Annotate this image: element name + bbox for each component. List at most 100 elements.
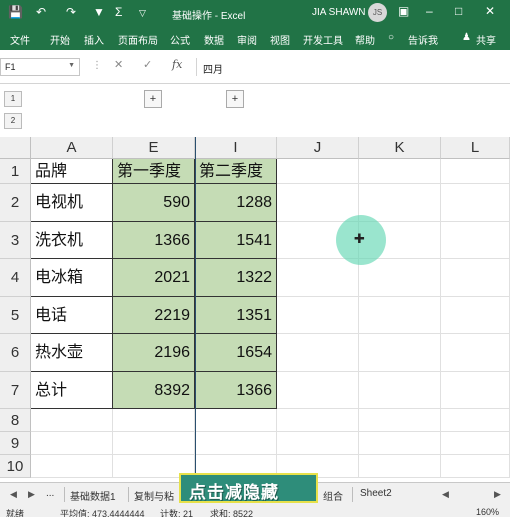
cell-l[interactable]	[441, 371, 510, 409]
cell-j[interactable]	[277, 296, 359, 334]
cell-q1[interactable]: 2196	[113, 334, 195, 372]
chevron-down-icon[interactable]: ▼	[68, 62, 75, 69]
user-name[interactable]: JIA SHAWN	[312, 7, 366, 18]
cell-k[interactable]	[359, 409, 441, 432]
cell-k[interactable]	[359, 296, 441, 334]
cell-brand[interactable]: 热水壶	[31, 334, 113, 372]
row-header[interactable]: 9	[0, 432, 31, 455]
cell-brand[interactable]: 电视机	[31, 184, 113, 222]
cell-k[interactable]	[359, 259, 441, 297]
row-header[interactable]: 6	[0, 334, 31, 372]
row-header[interactable]: 8	[0, 409, 31, 432]
tab-file[interactable]: 文件	[10, 32, 30, 47]
tell-me[interactable]: 告诉我	[408, 32, 438, 47]
autosum-icon[interactable]: Σ	[115, 5, 122, 19]
cell-k[interactable]	[359, 159, 441, 184]
person-icon[interactable]: ♟	[462, 32, 471, 43]
cell-j[interactable]	[277, 432, 359, 455]
cell-k[interactable]	[359, 455, 441, 478]
cancel-icon[interactable]: ✕	[114, 58, 123, 71]
cell-l[interactable]	[441, 296, 510, 334]
cell-q1[interactable]	[113, 409, 195, 432]
lightbulb-icon[interactable]: ○	[388, 32, 394, 43]
filter-icon[interactable]: ▼	[93, 5, 105, 19]
zoom-level[interactable]: 160%	[476, 507, 499, 517]
cell-brand[interactable]	[31, 409, 113, 432]
cell-q2[interactable]: 1366	[195, 371, 277, 409]
cell-q2[interactable]: 1322	[195, 259, 277, 297]
cell-q1[interactable]: 2219	[113, 296, 195, 334]
tab-formulas[interactable]: 公式	[170, 32, 190, 47]
close-icon[interactable]: ✕	[485, 4, 495, 18]
sheet-tabs-more[interactable]: ...	[46, 488, 54, 499]
cell-k[interactable]	[359, 334, 441, 372]
tab-scroll-left-icon[interactable]: ◀	[10, 489, 17, 500]
tab-data[interactable]: 数据	[204, 32, 224, 47]
cell-q1[interactable]: 2021	[113, 259, 195, 297]
cell-brand[interactable]	[31, 432, 113, 455]
cell-q2[interactable]	[195, 432, 277, 455]
avatar[interactable]: JS	[368, 3, 387, 22]
cell-l[interactable]	[441, 409, 510, 432]
cell-l[interactable]	[441, 159, 510, 184]
row-header[interactable]: 2	[0, 184, 31, 222]
cell-k[interactable]	[359, 184, 441, 222]
tab-page-layout[interactable]: 页面布局	[118, 32, 158, 47]
cell-q1[interactable]	[113, 432, 195, 455]
cell-brand[interactable]: 电冰箱	[31, 259, 113, 297]
cell-q2[interactable]: 1351	[195, 296, 277, 334]
select-all-corner[interactable]	[0, 137, 31, 159]
row-header[interactable]: 10	[0, 455, 31, 478]
tab-developer[interactable]: 开发工具	[303, 32, 343, 47]
tab-help[interactable]: 帮助	[355, 32, 375, 47]
insert-function-icon[interactable]: fx	[172, 58, 182, 71]
cell-brand[interactable]: 品牌	[31, 159, 113, 184]
cell-l[interactable]	[441, 334, 510, 372]
cell-j[interactable]	[277, 259, 359, 297]
cell-q2[interactable]: 1654	[195, 334, 277, 372]
cell-j[interactable]	[277, 334, 359, 372]
share-button[interactable]: 共享	[476, 32, 496, 47]
row-header[interactable]: 3	[0, 221, 31, 259]
sheet-tab[interactable]: 组合	[323, 488, 343, 503]
tab-review[interactable]: 审阅	[237, 32, 257, 47]
cell-q2[interactable]: 1541	[195, 221, 277, 259]
scroll-left-icon[interactable]: ◀	[442, 489, 449, 500]
row-header[interactable]: 1	[0, 159, 31, 184]
cell-l[interactable]	[441, 184, 510, 222]
redo-icon[interactable]: ↷	[66, 5, 76, 19]
undo-icon[interactable]: ↶	[36, 5, 46, 19]
scroll-right-icon[interactable]: ▶	[494, 489, 501, 500]
tab-insert[interactable]: 插入	[84, 32, 104, 47]
cell-l[interactable]	[441, 259, 510, 297]
cell-q1[interactable]: 8392	[113, 371, 195, 409]
cell-l[interactable]	[441, 455, 510, 478]
column-header-k[interactable]: K	[359, 137, 441, 159]
outline-level-2[interactable]: 2	[4, 113, 22, 129]
cell-q2[interactable]: 第二季度	[195, 159, 277, 184]
cell-q1[interactable]: 第一季度	[113, 159, 195, 184]
cell-q1[interactable]: 1366	[113, 221, 195, 259]
column-header-a[interactable]: A	[31, 137, 113, 159]
column-header-e[interactable]: E	[113, 137, 195, 159]
ribbon-display-icon[interactable]: ▣	[398, 4, 409, 18]
row-header[interactable]: 7	[0, 371, 31, 409]
sheet-tab[interactable]: 基础数据1	[70, 488, 116, 503]
cell-brand[interactable]: 总计	[31, 371, 113, 409]
tab-home[interactable]: 开始	[50, 32, 70, 47]
cell-q1[interactable]: 590	[113, 184, 195, 222]
sheet-tab[interactable]: 复制与粘	[134, 488, 174, 503]
column-header-l[interactable]: L	[441, 137, 510, 159]
cell-q2[interactable]	[195, 409, 277, 432]
cell-j[interactable]	[277, 184, 359, 222]
maximize-icon[interactable]: □	[455, 4, 462, 18]
cell-k[interactable]	[359, 432, 441, 455]
column-header-i[interactable]: I	[195, 137, 277, 159]
column-header-j[interactable]: J	[277, 137, 359, 159]
formula-input[interactable]: 四月	[196, 58, 508, 76]
save-icon[interactable]: 💾	[8, 5, 23, 19]
cell-k[interactable]	[359, 371, 441, 409]
cell-j[interactable]	[277, 409, 359, 432]
expand-group-button[interactable]: +	[144, 90, 162, 108]
cell-l[interactable]	[441, 432, 510, 455]
